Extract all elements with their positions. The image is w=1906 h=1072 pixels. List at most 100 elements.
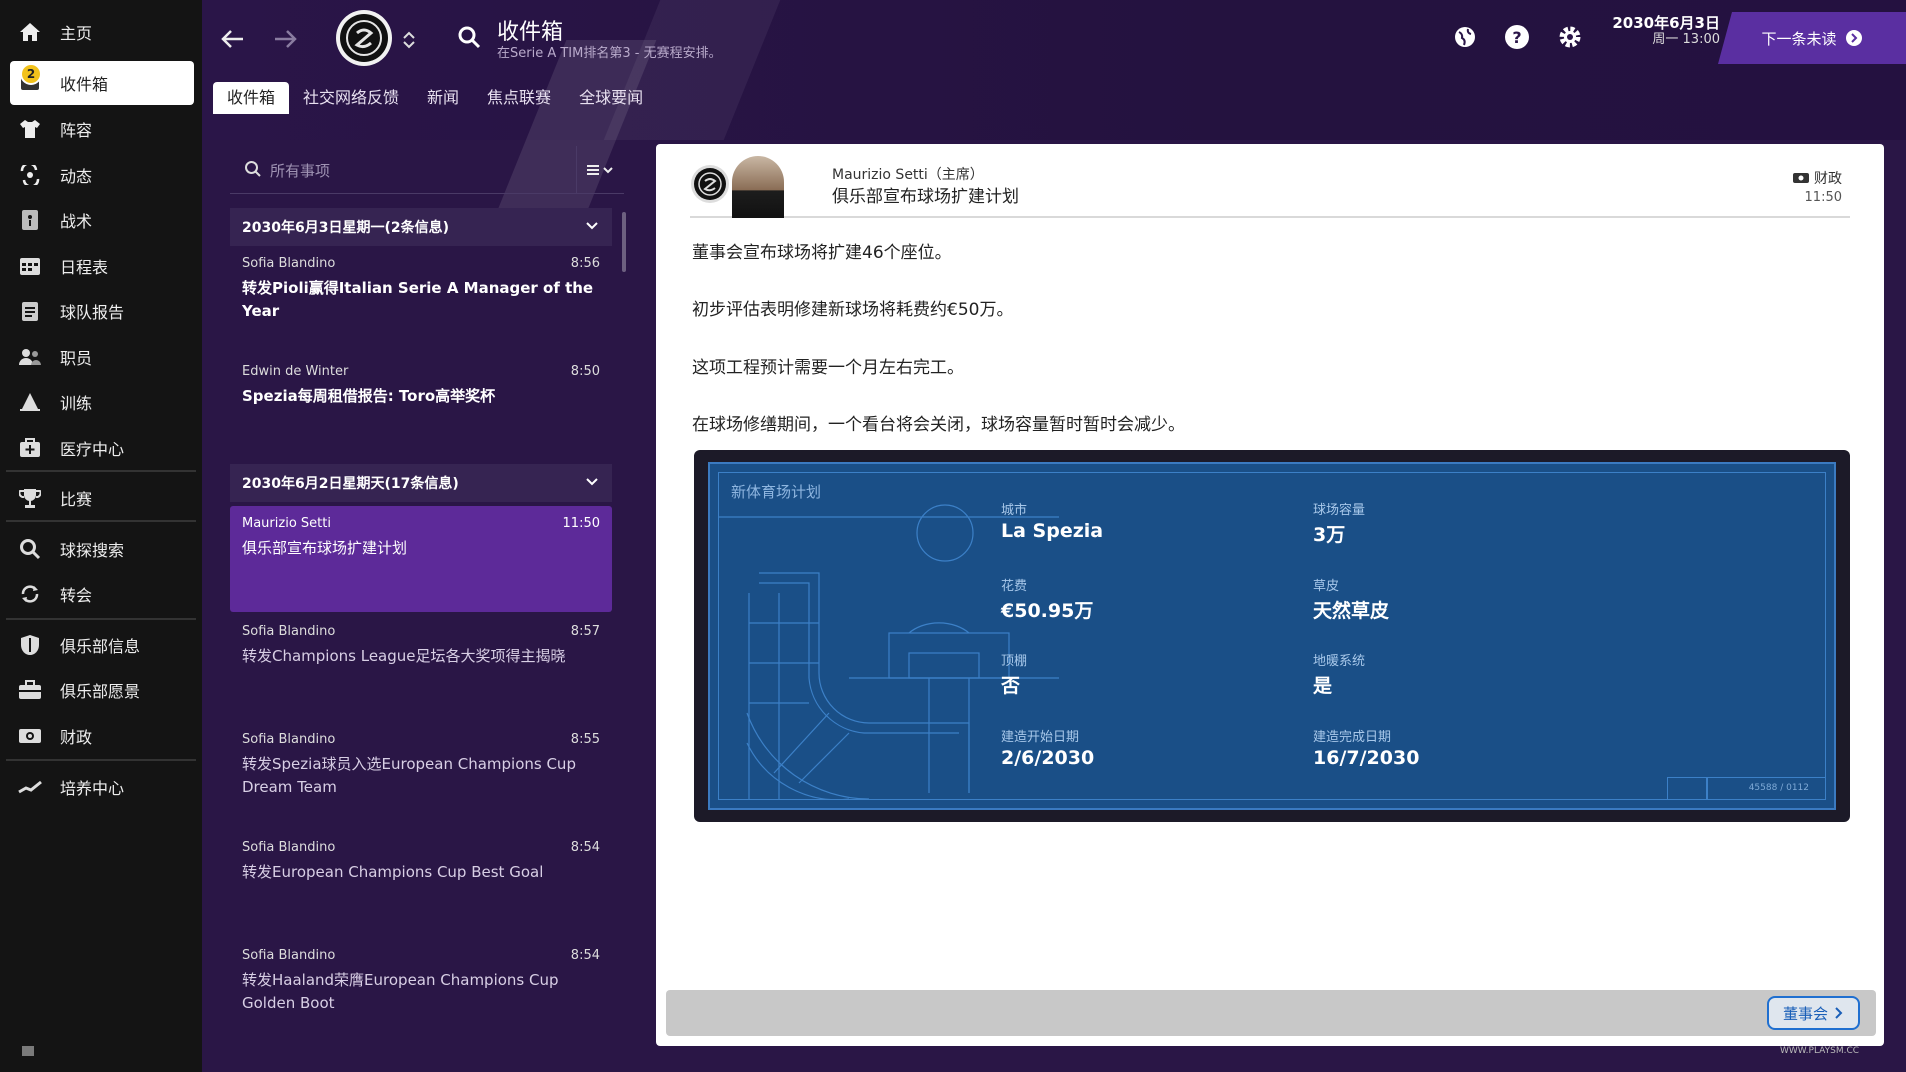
sidebar-item-finances[interactable]: 财政 bbox=[10, 714, 194, 758]
list-item[interactable]: Maurizio Setti 11:50 俱乐部宣布球场扩建计划 bbox=[230, 506, 612, 612]
plan-field-start-date: 建造开始日期 2/6/2030 bbox=[1001, 726, 1094, 769]
board-button[interactable]: 董事会 bbox=[1766, 996, 1860, 1030]
message-detail: Maurizio Setti（主席） 俱乐部宣布球场扩建计划 财政 11:50 … bbox=[656, 144, 1884, 1046]
sidebar-item-label: 转会 bbox=[60, 586, 93, 605]
sidebar-item-tactics[interactable]: 战术 bbox=[10, 198, 194, 242]
chevron-down-icon bbox=[586, 222, 598, 230]
scrollbar[interactable] bbox=[622, 212, 626, 272]
global-search-button[interactable] bbox=[454, 22, 484, 52]
field-label: 球场容量 bbox=[1313, 503, 1366, 518]
trophy-icon bbox=[16, 484, 44, 512]
sidebar-item-label: 职员 bbox=[60, 349, 93, 368]
sidebar-item-development[interactable]: 培养中心 bbox=[10, 765, 194, 809]
field-label: 草皮 bbox=[1313, 579, 1340, 594]
field-label: 建造完成日期 bbox=[1313, 730, 1392, 745]
finance-icon bbox=[16, 722, 44, 750]
message-paragraph: 这项工程预计需要一个月左右完工。 bbox=[692, 358, 964, 378]
list-item[interactable]: Sofia Blandino 8:56 转发Pioli赢得Italian Ser… bbox=[230, 246, 612, 350]
tab-focus-leagues[interactable]: 焦点联赛 bbox=[473, 82, 565, 114]
sidebar-item-training[interactable]: 训练 bbox=[10, 380, 194, 424]
sidebar-item-competitions[interactable]: 比赛 bbox=[10, 476, 194, 520]
message-sender: Edwin de Winter bbox=[242, 364, 349, 379]
forward-button[interactable] bbox=[266, 20, 304, 58]
day-time-label: 周一 13:00 bbox=[1652, 32, 1720, 47]
message-subject: 转发Champions League足坛各大奖项得主揭晓 bbox=[242, 647, 566, 665]
message-time: 8:54 bbox=[570, 840, 600, 855]
field-label: 城市 bbox=[1001, 503, 1028, 518]
list-item[interactable]: Sofia Blandino 8:55 转发Spezia球员入选European… bbox=[230, 722, 612, 828]
category-label: 财政 bbox=[1814, 171, 1842, 187]
field-label: 建造开始日期 bbox=[1001, 730, 1080, 745]
sidebar-item-transfers[interactable]: 转会 bbox=[10, 572, 194, 616]
sidebar-item-club-info[interactable]: 俱乐部信息 bbox=[10, 623, 194, 667]
message-group-header[interactable]: 2030年6月2日星期天(17条信息) bbox=[230, 464, 612, 502]
sidebar-item-label: 阵容 bbox=[60, 121, 93, 140]
tab-world-news[interactable]: 全球要闻 bbox=[565, 82, 657, 114]
field-value: 否 bbox=[1001, 675, 1021, 697]
field-label: 花费 bbox=[1001, 579, 1028, 594]
top-header: 收件箱 在Serie A TIM排名第3 - 无赛程安排。 收件箱 社交网络反馈… bbox=[202, 0, 1906, 210]
list-item[interactable]: Edwin de Winter 8:50 Spezia每周租借报告: Toro高… bbox=[230, 354, 612, 458]
blueprint-code: 45588 / 0112 bbox=[1748, 783, 1809, 793]
training-icon bbox=[16, 388, 44, 416]
blueprint-title: 新体育场计划 bbox=[731, 483, 822, 501]
gear-icon bbox=[1559, 26, 1581, 48]
message-time: 8:57 bbox=[570, 624, 600, 639]
development-icon bbox=[16, 773, 44, 801]
message-time: 8:54 bbox=[570, 948, 600, 963]
filter-menu-button[interactable] bbox=[576, 146, 624, 194]
sidebar-item-squad[interactable]: 阵容 bbox=[10, 107, 194, 151]
transfer-icon bbox=[16, 580, 44, 608]
plan-field-end-date: 建造完成日期 16/7/2030 bbox=[1313, 726, 1419, 769]
unread-badge: 2 bbox=[20, 63, 42, 85]
vision-icon bbox=[16, 676, 44, 704]
sidebar-item-team-report[interactable]: 球队报告 bbox=[10, 289, 194, 333]
sidebar-item-scouting[interactable]: 球探搜索 bbox=[10, 527, 194, 571]
sidebar-item-staff[interactable]: 职员 bbox=[10, 335, 194, 379]
field-value: La Spezia bbox=[1001, 520, 1104, 542]
sidebar-item-medical[interactable]: 医疗中心 bbox=[10, 426, 194, 470]
dynamics-icon bbox=[16, 161, 44, 189]
nav-divider bbox=[6, 618, 196, 620]
sidebar-item-inbox[interactable]: 2 收件箱 bbox=[10, 61, 194, 105]
club-crest[interactable] bbox=[334, 8, 394, 68]
sidebar-item-label: 主页 bbox=[60, 24, 93, 43]
help-icon: ? bbox=[1505, 25, 1529, 49]
field-label: 地暖系统 bbox=[1313, 654, 1366, 669]
sidebar-item-label: 收件箱 bbox=[60, 75, 109, 94]
field-label: 顶棚 bbox=[1001, 654, 1028, 669]
field-value: 2/6/2030 bbox=[1001, 747, 1095, 769]
message-paragraph: 初步评估表明修建新球场将耗费约€50万。 bbox=[692, 300, 1014, 320]
message-paragraph: 董事会宣布球场将扩建46个座位。 bbox=[692, 243, 952, 263]
settings-button[interactable] bbox=[1555, 22, 1585, 52]
search-input[interactable]: 所有事项 bbox=[270, 160, 330, 181]
list-item[interactable]: Sofia Blandino 8:57 转发Champions League足坛… bbox=[230, 614, 612, 720]
club-switcher[interactable] bbox=[400, 20, 418, 60]
tab-inbox[interactable]: 收件箱 bbox=[213, 82, 290, 114]
back-button[interactable] bbox=[214, 20, 252, 58]
list-item[interactable]: Sofia Blandino 8:54 转发Haaland荣膺European … bbox=[230, 938, 612, 1044]
help-button[interactable]: ? bbox=[1502, 22, 1532, 52]
message-filter-bar: 所有事项 bbox=[230, 146, 624, 194]
sidebar-item-schedule[interactable]: 日程表 bbox=[10, 244, 194, 288]
chevron-up-icon bbox=[403, 31, 415, 39]
nav-divider bbox=[6, 470, 196, 472]
message-sender: Sofia Blandino bbox=[242, 948, 336, 963]
sidebar-item-dynamics[interactable]: 动态 bbox=[10, 153, 194, 197]
message-group-header[interactable]: 2030年6月3日星期一(2条信息) bbox=[230, 208, 612, 246]
tab-news[interactable]: 新闻 bbox=[413, 82, 473, 114]
sidebar-item-club-vision[interactable]: 俱乐部愿景 bbox=[10, 668, 194, 712]
page-subtitle: 在Serie A TIM排名第3 - 无赛程安排。 bbox=[497, 46, 722, 61]
plan-field-cost: 花费 €50.95万 bbox=[1001, 575, 1093, 623]
medical-icon bbox=[16, 434, 44, 462]
list-item[interactable]: Sofia Blandino 8:54 转发European Champions… bbox=[230, 830, 612, 936]
next-unread-button[interactable]: 下一条未读 bbox=[1718, 12, 1906, 64]
sidebar-item-home[interactable]: 主页 bbox=[10, 10, 194, 54]
plan-field-undersoil-heating: 地暖系统 是 bbox=[1313, 650, 1365, 698]
group-date-label: 2030年6月3日星期一(2条信息) bbox=[242, 220, 449, 236]
message-subject: 转发Haaland荣膺European Champions Cup Golden… bbox=[242, 971, 559, 1012]
sidebar-item-label: 医疗中心 bbox=[60, 440, 125, 459]
sidebar-item-label: 培养中心 bbox=[60, 779, 125, 798]
tab-social-feed[interactable]: 社交网络反馈 bbox=[289, 82, 413, 114]
world-button[interactable] bbox=[1450, 22, 1480, 52]
